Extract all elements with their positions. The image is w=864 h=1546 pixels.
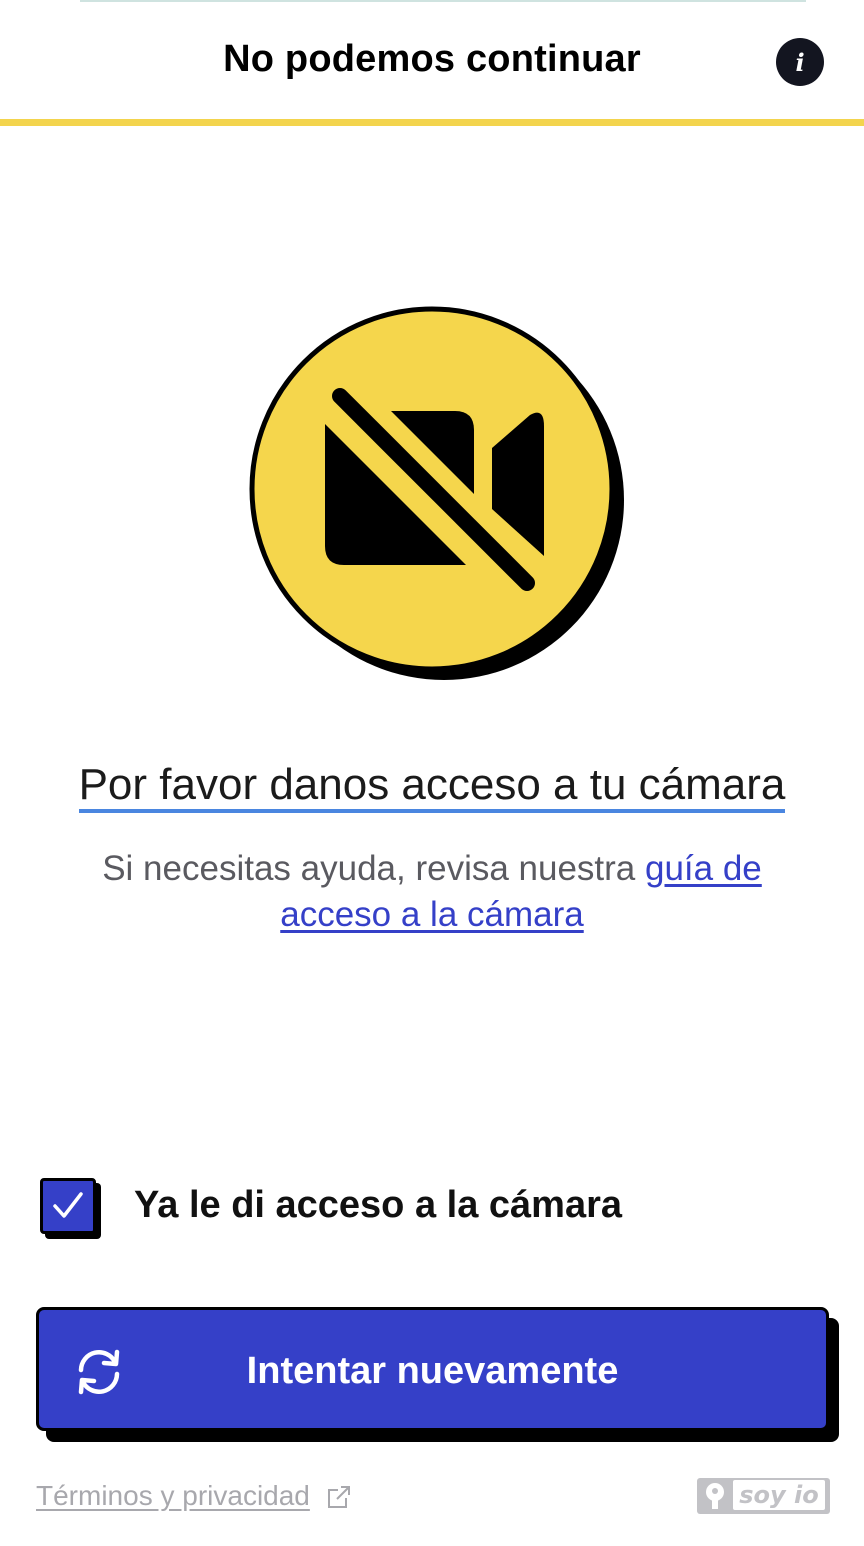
retry-button[interactable]: Intentar nuevamente xyxy=(36,1307,829,1431)
brand-logo: soy io xyxy=(697,1478,830,1514)
header: No podemos continuar i xyxy=(0,0,864,120)
brand-pin-icon xyxy=(706,1483,724,1509)
checkmark-icon xyxy=(53,1192,83,1218)
camera-off-icon xyxy=(249,306,624,680)
main-heading: Por favor danos acceso a tu cámara xyxy=(0,760,864,813)
header-accent-rule xyxy=(0,119,864,126)
consent-label: Ya le di acceso a la cámara xyxy=(134,1184,623,1226)
help-text-prefix: Si necesitas ayuda, revisa nuestra xyxy=(102,849,645,888)
info-icon[interactable]: i xyxy=(776,38,824,86)
terms-link[interactable]: Términos y privacidad xyxy=(36,1480,310,1512)
consent-row[interactable]: Ya le di acceso a la cámara xyxy=(40,1178,740,1242)
page-title: No podemos continuar xyxy=(223,38,641,80)
brand-name: soy io xyxy=(733,1480,825,1510)
consent-checkbox[interactable] xyxy=(40,1178,96,1234)
retry-button-label: Intentar nuevamente xyxy=(246,1350,619,1392)
external-link-icon xyxy=(328,1486,350,1508)
main-heading-text: Por favor danos acceso a tu cámara xyxy=(78,760,786,813)
help-text: Si necesitas ayuda, revisa nuestra guía … xyxy=(60,846,804,938)
